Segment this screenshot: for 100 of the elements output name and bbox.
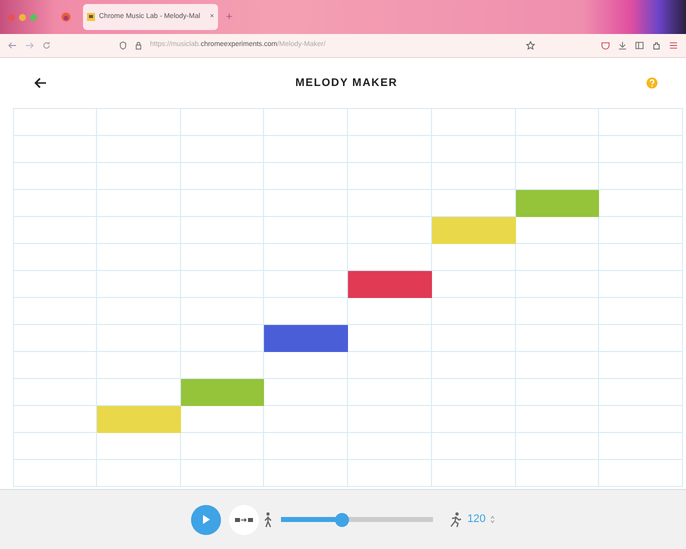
grid-cell[interactable] [348, 379, 432, 406]
grid-cell[interactable] [599, 163, 683, 190]
grid-cell[interactable] [264, 406, 348, 433]
grid-cell[interactable] [432, 163, 516, 190]
grid-cell[interactable] [432, 244, 516, 271]
grid-cell[interactable] [13, 298, 97, 325]
grid-cell[interactable] [516, 217, 600, 244]
grid-cell[interactable] [13, 379, 97, 406]
grid-cell[interactable] [264, 352, 348, 379]
grid-cell[interactable] [516, 406, 600, 433]
note-block[interactable] [264, 325, 348, 352]
grid-cell[interactable] [96, 244, 180, 271]
grid-cell[interactable] [432, 325, 516, 352]
grid-cell[interactable] [348, 406, 432, 433]
grid-cell[interactable] [599, 217, 683, 244]
grid-cell[interactable] [264, 244, 348, 271]
grid-cell[interactable] [348, 190, 432, 217]
grid-cell[interactable] [96, 217, 180, 244]
grid-cell[interactable] [599, 379, 683, 406]
grid-cell[interactable] [599, 271, 683, 298]
grid-cell[interactable] [432, 298, 516, 325]
grid-cell[interactable] [599, 433, 683, 460]
grid-cell[interactable] [13, 352, 97, 379]
grid-cell[interactable] [264, 460, 348, 487]
play-button[interactable] [191, 504, 222, 534]
grid-cell[interactable] [13, 190, 97, 217]
window-controls[interactable] [8, 14, 37, 20]
grid-cell[interactable] [180, 136, 264, 163]
grid-cell[interactable] [96, 271, 180, 298]
grid-cell[interactable] [96, 352, 180, 379]
forward-icon[interactable] [25, 41, 34, 50]
grid-cell[interactable] [180, 298, 264, 325]
grid-cell[interactable] [96, 298, 180, 325]
grid-cell[interactable] [432, 271, 516, 298]
grid-cell[interactable] [348, 460, 432, 487]
grid-cell[interactable] [264, 379, 348, 406]
arpeggio-button[interactable] [229, 504, 260, 534]
note-block[interactable] [180, 379, 264, 406]
grid-cell[interactable] [180, 190, 264, 217]
grid-cell[interactable] [96, 109, 180, 136]
grid-cell[interactable] [516, 352, 600, 379]
grid-cell[interactable] [13, 136, 97, 163]
grid-cell[interactable] [432, 379, 516, 406]
grid-cell[interactable] [13, 433, 97, 460]
grid-cell[interactable] [13, 217, 97, 244]
grid-cell[interactable] [264, 190, 348, 217]
grid-cell[interactable] [13, 271, 97, 298]
grid-cell[interactable] [348, 163, 432, 190]
grid-cell[interactable] [264, 109, 348, 136]
grid-cell[interactable] [516, 271, 600, 298]
grid-cell[interactable] [599, 325, 683, 352]
grid-cell[interactable] [516, 109, 600, 136]
grid-cell[interactable] [348, 433, 432, 460]
menu-icon[interactable] [669, 41, 678, 50]
grid-cell[interactable] [180, 244, 264, 271]
grid-cell[interactable] [516, 460, 600, 487]
grid-cell[interactable] [96, 136, 180, 163]
grid-cell[interactable] [516, 379, 600, 406]
grid-cell[interactable] [96, 325, 180, 352]
grid-cell[interactable] [96, 433, 180, 460]
grid-cell[interactable] [516, 298, 600, 325]
extensions-icon[interactable] [652, 41, 661, 50]
back-icon[interactable] [34, 77, 47, 89]
grid-cell[interactable] [516, 433, 600, 460]
grid-cell[interactable] [599, 190, 683, 217]
grid-cell[interactable] [432, 460, 516, 487]
grid-cell[interactable] [348, 109, 432, 136]
grid-cell[interactable] [599, 460, 683, 487]
grid-cell[interactable] [180, 217, 264, 244]
grid-cell[interactable] [516, 136, 600, 163]
grid-cell[interactable] [96, 163, 180, 190]
grid-cell[interactable] [348, 352, 432, 379]
grid-cell[interactable] [432, 352, 516, 379]
grid-cell[interactable] [264, 217, 348, 244]
grid-cell[interactable] [13, 460, 97, 487]
stepper-icon[interactable] [490, 515, 495, 524]
grid-cell[interactable] [348, 325, 432, 352]
download-icon[interactable] [618, 41, 627, 50]
grid-cell[interactable] [599, 244, 683, 271]
grid-cell[interactable] [180, 460, 264, 487]
grid-cell[interactable] [13, 109, 97, 136]
grid-cell[interactable] [432, 136, 516, 163]
grid-cell[interactable] [13, 406, 97, 433]
grid-cell[interactable] [432, 433, 516, 460]
grid-cell[interactable] [180, 109, 264, 136]
grid-cell[interactable] [516, 325, 600, 352]
reload-icon[interactable] [42, 41, 51, 50]
grid-cell[interactable] [180, 433, 264, 460]
grid-cell[interactable] [599, 298, 683, 325]
sidebar-icon[interactable] [635, 41, 644, 50]
grid-cell[interactable] [180, 271, 264, 298]
grid-cell[interactable] [432, 406, 516, 433]
grid-cell[interactable] [264, 163, 348, 190]
grid-cell[interactable] [13, 244, 97, 271]
grid-cell[interactable] [516, 244, 600, 271]
grid-cell[interactable] [599, 109, 683, 136]
grid-cell[interactable] [96, 190, 180, 217]
grid-cell[interactable] [180, 406, 264, 433]
grid-cell[interactable] [599, 352, 683, 379]
grid-cell[interactable] [13, 325, 97, 352]
